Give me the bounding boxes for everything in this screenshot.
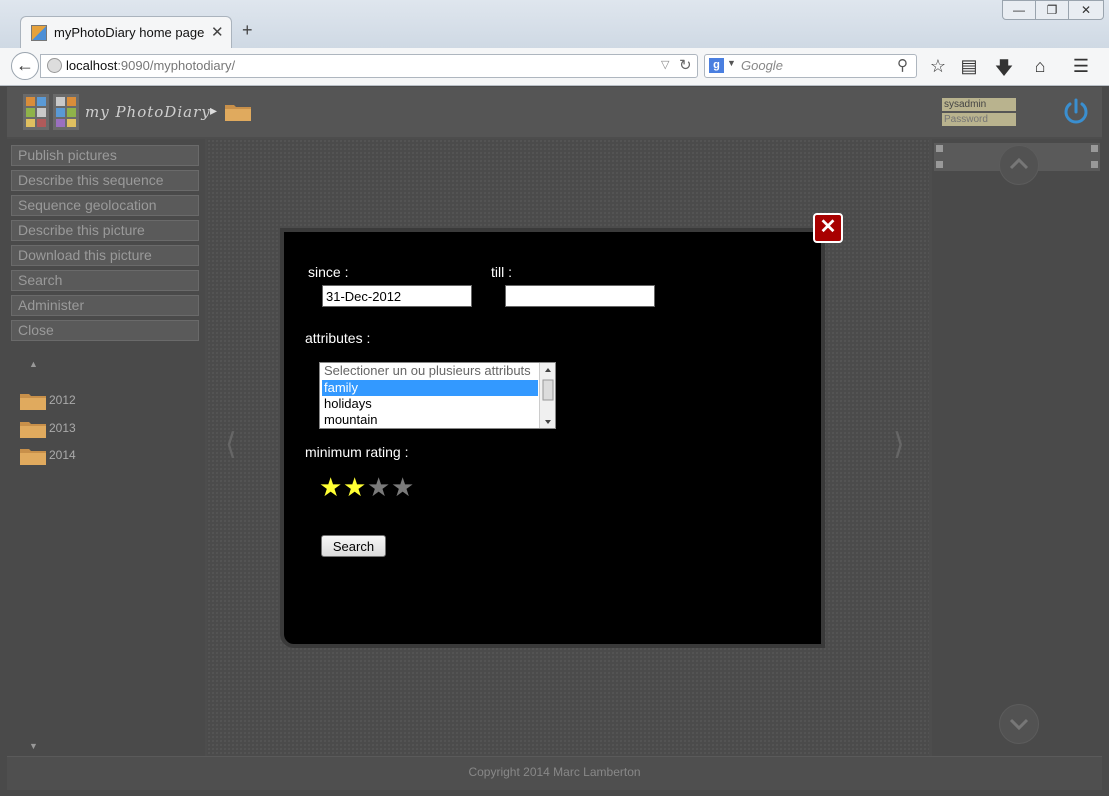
rating-star-icon[interactable]: ★ — [319, 474, 342, 500]
copyright-text: Copyright 2014 Marc Lamberton — [468, 765, 641, 779]
right-thumbnails-panel — [932, 139, 1102, 756]
power-icon[interactable] — [1060, 96, 1092, 128]
attribute-option-holidays[interactable]: holidays — [322, 396, 538, 412]
app-title: my PhotoDiary — [85, 103, 211, 121]
download-icon[interactable]: 🡇 — [992, 56, 1016, 86]
bookmark-star-icon[interactable]: ☆ — [926, 56, 950, 77]
folder-icon[interactable] — [19, 391, 47, 411]
tree-scroll-down-icon[interactable]: ▼ — [29, 741, 38, 751]
breadcrumb-folder-icon[interactable] — [224, 102, 252, 122]
tab-close-icon[interactable]: ✕ — [211, 23, 224, 41]
previous-picture-icon[interactable]: ⟨ — [225, 427, 237, 462]
breadcrumb-chevron-icon: ▸ — [210, 102, 218, 118]
film-hole — [936, 161, 943, 168]
attributes-listbox[interactable]: Selectioner un ou plusieurs attributs fa… — [319, 362, 556, 429]
folder-icon[interactable] — [19, 419, 47, 439]
page-footer: Copyright 2014 Marc Lamberton — [7, 756, 1102, 790]
search-icon[interactable]: ⚲ — [897, 56, 908, 74]
attribute-option-family[interactable]: family — [322, 380, 538, 396]
menu-download-picture[interactable]: Download this picture — [11, 245, 199, 266]
scrollbar-arrows-icon — [542, 368, 554, 424]
url-bar[interactable]: localhost:9090/myphotodiary/ ▽ ↻ — [40, 54, 698, 78]
rating-star-icon[interactable]: ★ — [343, 474, 366, 500]
attributes-scrollbar[interactable] — [539, 363, 555, 428]
since-date-input[interactable] — [322, 285, 472, 307]
home-icon[interactable]: ⌂ — [1028, 56, 1052, 77]
film-hole — [1091, 161, 1098, 168]
film-hole — [936, 145, 943, 152]
menu-hamburger-icon[interactable]: ☰ — [1069, 56, 1093, 77]
window-minimize-button[interactable]: — — [1002, 0, 1036, 20]
menu-administer[interactable]: Administer — [11, 295, 199, 316]
folder-icon[interactable] — [19, 446, 47, 466]
rating-star-icon[interactable]: ★ — [391, 474, 414, 500]
app-header: my PhotoDiary ▸ — [7, 87, 1102, 137]
tab-favicon-icon — [31, 25, 47, 41]
film-hole — [1091, 145, 1098, 152]
menu-search[interactable]: Search — [11, 270, 199, 291]
reload-icon[interactable]: ↻ — [679, 56, 692, 74]
rating-star-icon[interactable]: ★ — [367, 474, 390, 500]
since-label: since : — [308, 264, 349, 280]
window-close-button[interactable]: ✕ — [1068, 0, 1104, 20]
scroll-down-button[interactable] — [999, 704, 1039, 744]
browser-tab[interactable]: myPhotoDiary home page ✕ — [20, 16, 232, 48]
folder-label-2014[interactable]: 2014 — [49, 448, 76, 462]
login-username-input[interactable] — [942, 98, 1016, 111]
attribute-option-mountain[interactable]: mountain — [322, 412, 538, 428]
browser-search-bar[interactable]: g ▼ Google ⚲ — [704, 54, 917, 78]
search-button[interactable]: Search — [321, 535, 386, 557]
search-engine-icon[interactable]: g — [709, 58, 724, 73]
back-arrow-icon: ← — [16, 55, 34, 75]
window-maximize-button[interactable]: ❐ — [1035, 0, 1069, 20]
folder-label-2013[interactable]: 2013 — [49, 421, 76, 435]
back-button[interactable]: ← — [11, 52, 39, 80]
menu-describe-picture[interactable]: Describe this picture — [11, 220, 199, 241]
menu-close[interactable]: Close — [11, 320, 199, 341]
attribute-option-placeholder[interactable]: Selectioner un ou plusieurs attributs — [322, 363, 538, 379]
chevron-up-icon — [1009, 157, 1029, 170]
new-tab-button[interactable]: + — [242, 20, 253, 41]
till-date-input[interactable] — [505, 285, 655, 307]
attributes-label: attributes : — [305, 330, 371, 346]
tab-title: myPhotoDiary home page — [54, 25, 205, 40]
site-info-icon[interactable] — [47, 58, 62, 73]
reading-list-icon[interactable]: ▤ — [957, 56, 981, 77]
login-password-input[interactable] — [942, 113, 1016, 126]
browser-titlebar: myPhotoDiary home page ✕ + — ❐ ✕ — [0, 0, 1109, 48]
folder-label-2012[interactable]: 2012 — [49, 393, 76, 407]
till-label: till : — [491, 264, 512, 280]
min-rating-label: minimum rating : — [305, 444, 409, 460]
menu-sequence-geolocation[interactable]: Sequence geolocation — [11, 195, 199, 216]
search-placeholder: Google — [741, 58, 783, 73]
menu-describe-sequence[interactable]: Describe this sequence — [11, 170, 199, 191]
dialog-close-button[interactable]: ✕ — [813, 213, 843, 243]
next-picture-icon[interactable]: ⟩ — [893, 427, 905, 462]
scroll-up-button[interactable] — [999, 145, 1039, 185]
search-engine-dropdown-icon[interactable]: ▼ — [727, 58, 736, 68]
url-text: localhost:9090/myphotodiary/ — [66, 58, 236, 73]
tree-scroll-up-icon[interactable]: ▲ — [29, 359, 38, 369]
chevron-down-icon — [1009, 718, 1029, 731]
menu-publish-pictures[interactable]: Publish pictures — [11, 145, 199, 166]
photodiary-logo-icon — [23, 94, 79, 130]
url-history-dropdown-icon[interactable]: ▽ — [661, 58, 669, 71]
left-sidebar: Publish pictures Describe this sequence … — [7, 139, 205, 756]
